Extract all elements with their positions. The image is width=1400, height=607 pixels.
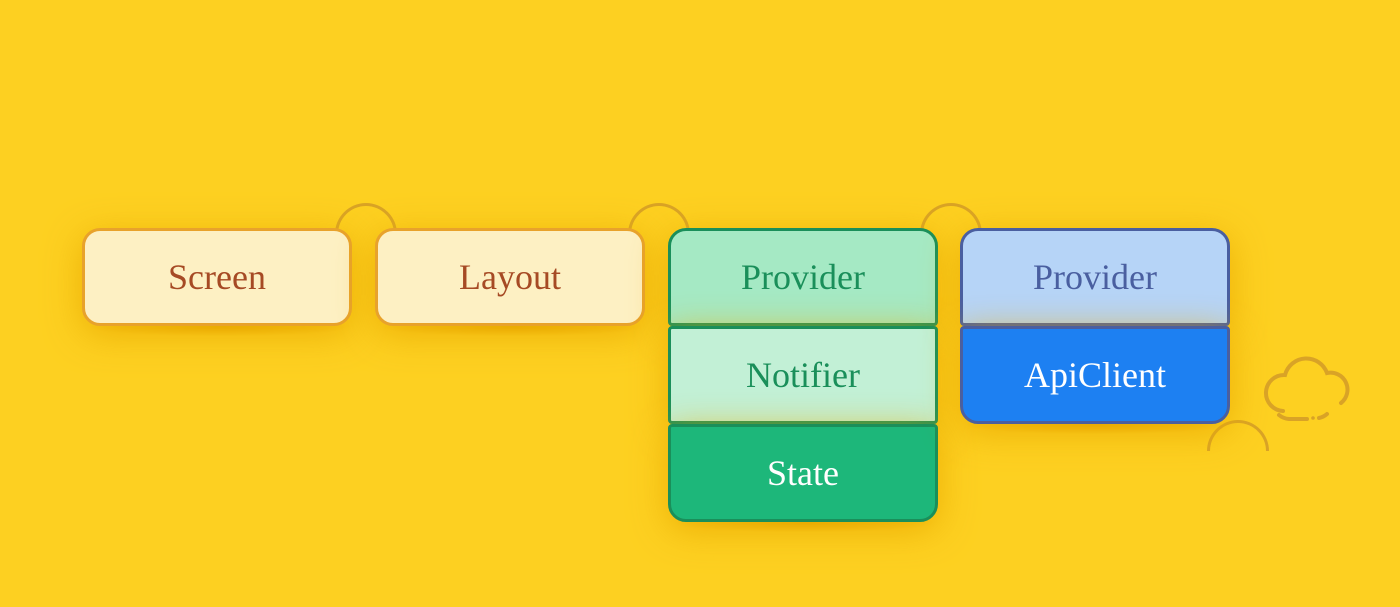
box-provider-green: Provider	[668, 228, 938, 326]
cloud-icon	[1253, 356, 1363, 430]
box-apiclient: ApiClient	[960, 326, 1230, 424]
box-state: State	[668, 424, 938, 522]
box-state-label: State	[767, 452, 839, 494]
box-layout-label: Layout	[459, 256, 561, 298]
box-screen-label: Screen	[168, 256, 266, 298]
box-provider-green-label: Provider	[741, 256, 865, 298]
box-notifier: Notifier	[668, 326, 938, 424]
box-layout: Layout	[375, 228, 645, 326]
box-provider-blue-label: Provider	[1033, 256, 1157, 298]
box-screen: Screen	[82, 228, 352, 326]
box-provider-blue: Provider	[960, 228, 1230, 326]
box-apiclient-label: ApiClient	[1024, 354, 1166, 396]
architecture-diagram: Screen Layout Provider Notifier State Pr…	[0, 0, 1400, 607]
box-notifier-label: Notifier	[746, 354, 860, 396]
